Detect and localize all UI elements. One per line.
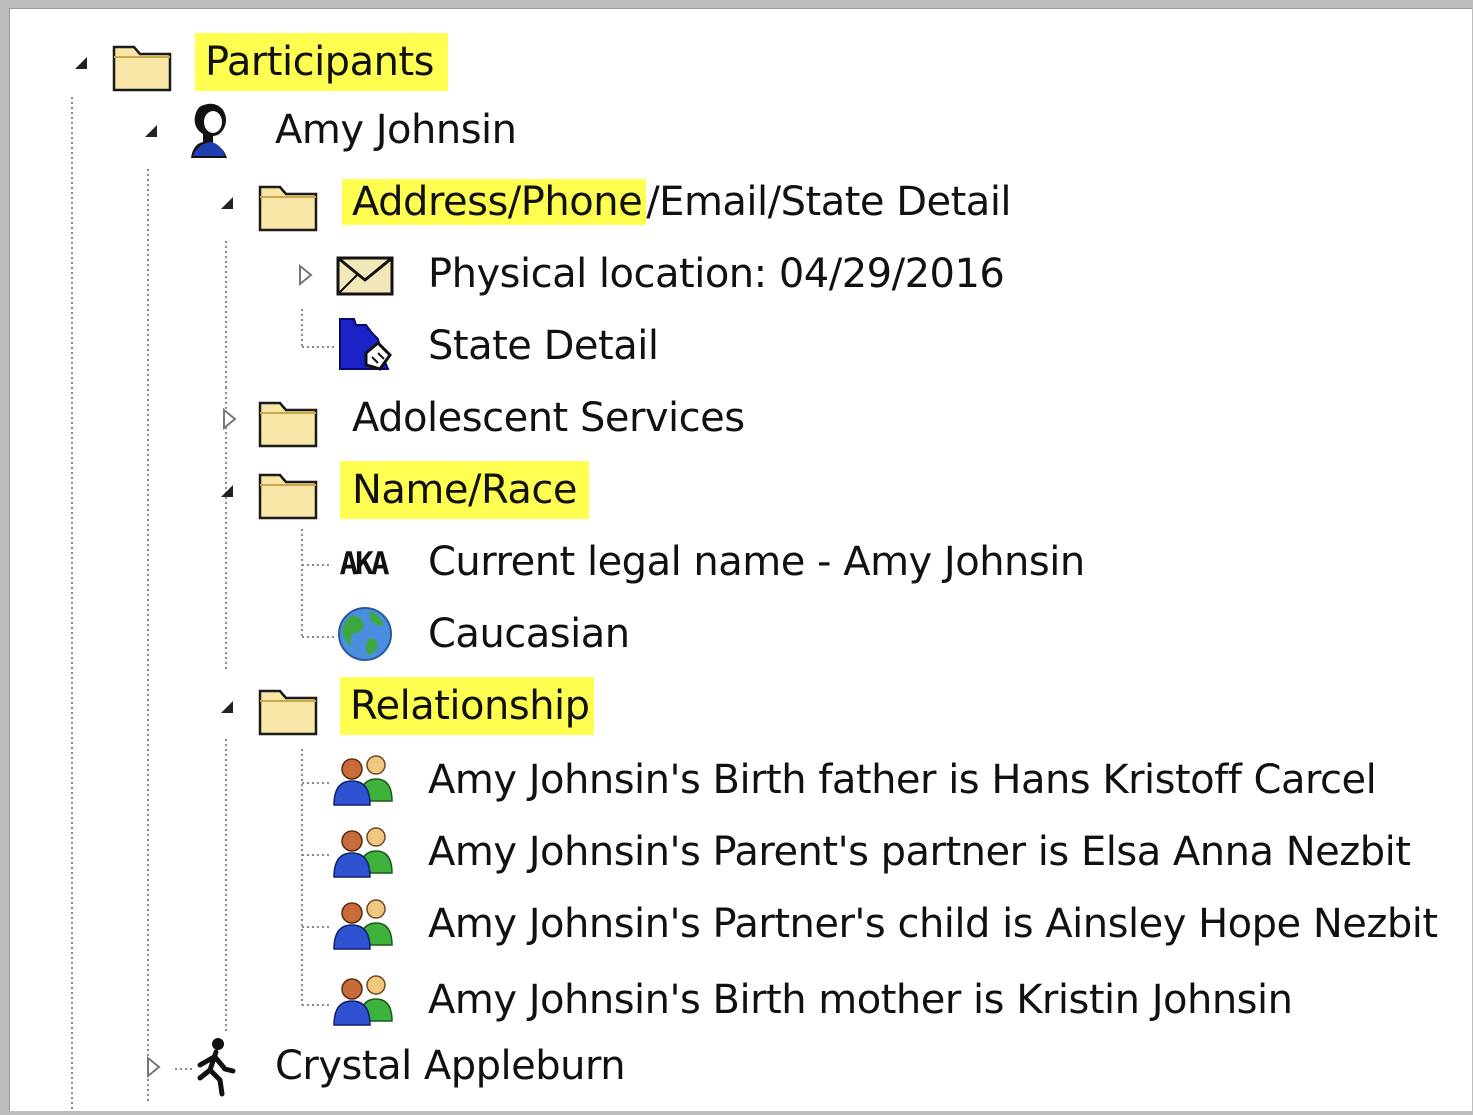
people-pair-icon (330, 969, 396, 1031)
collapsed-arrow-icon[interactable] (142, 1055, 164, 1079)
state-map-icon (332, 315, 398, 377)
aka-icon-text: AKA (339, 546, 390, 582)
tree-node-participants[interactable]: Participants (10, 33, 810, 92)
tree-node-race-caucasian[interactable]: Caucasian (10, 605, 910, 663)
tree-node-physical-location[interactable]: Physical location: 04/29/2016 (10, 245, 1110, 303)
people-pair-icon (330, 893, 396, 955)
node-label: Physical location: 04/29/2016 (428, 251, 1005, 297)
walking-person-icon (180, 1035, 246, 1097)
aka-icon: AKA (330, 533, 396, 595)
node-label: Relationship (340, 677, 594, 735)
tree-node-current-legal-name[interactable]: AKA Current legal name - Amy Johnsin (10, 533, 1210, 591)
expanded-arrow-icon[interactable] (216, 191, 238, 215)
node-label: Amy Johnsin's Partner's child is Ainsley… (428, 901, 1438, 947)
globe-icon (332, 603, 398, 665)
tree-node-relationship-item[interactable]: Amy Johnsin's Partner's child is Ainsley… (10, 895, 1450, 953)
node-label: Address/Phone/Email/State Detail (342, 173, 1012, 231)
tree-node-folder-address[interactable]: Address/Phone/Email/State Detail (10, 173, 1012, 232)
tree-view: Participants Amy Johnsin Address/Phone/E… (9, 8, 1472, 1111)
folder-icon (256, 677, 322, 739)
people-pair-icon (330, 821, 396, 883)
tree-node-folder-name-race[interactable]: Name/Race (10, 461, 910, 520)
node-label: State Detail (428, 323, 659, 369)
node-label: Participants (195, 33, 448, 91)
expanded-arrow-icon[interactable] (216, 695, 238, 719)
folder-icon (256, 389, 322, 451)
folder-icon (256, 461, 322, 523)
node-label: Amy Johnsin's Parent's partner is Elsa A… (428, 829, 1411, 875)
collapsed-arrow-icon[interactable] (294, 263, 316, 287)
node-label: Name/Race (340, 461, 590, 519)
envelope-icon (332, 243, 398, 305)
expanded-arrow-icon[interactable] (216, 479, 238, 503)
tree-node-folder-adolescent-services[interactable]: Adolescent Services (10, 389, 910, 448)
node-label: Current legal name - Amy Johnsin (428, 539, 1085, 585)
tree-node-relationship-item[interactable]: Amy Johnsin's Parent's partner is Elsa A… (10, 823, 1450, 881)
node-label: Amy Johnsin (275, 107, 517, 153)
folder-icon (110, 33, 176, 95)
tree-node-folder-relationship[interactable]: Relationship (10, 677, 910, 736)
node-label: Amy Johnsin's Birth mother is Kristin Jo… (428, 977, 1293, 1023)
collapsed-arrow-icon[interactable] (218, 407, 240, 431)
node-label: Caucasian (428, 611, 630, 657)
folder-icon (256, 173, 322, 235)
node-label-rest: /Email/State Detail (646, 179, 1012, 225)
tree-node-participant-crystal-appleburn[interactable]: Crystal Appleburn (10, 1035, 910, 1097)
node-label: Adolescent Services (352, 395, 745, 441)
people-pair-icon (330, 749, 396, 811)
tree-node-state-detail[interactable]: State Detail (10, 317, 910, 375)
node-label: Crystal Appleburn (275, 1043, 626, 1089)
tree-node-participant-amy-johnsin[interactable]: Amy Johnsin (10, 101, 810, 159)
female-person-icon (176, 99, 242, 161)
expanded-arrow-icon[interactable] (70, 51, 92, 75)
tree-node-relationship-item[interactable]: Amy Johnsin's Birth mother is Kristin Jo… (10, 971, 1450, 1029)
node-label: Amy Johnsin's Birth father is Hans Krist… (428, 757, 1377, 803)
node-label-highlight: Address/Phone (342, 179, 647, 225)
tree-node-relationship-item[interactable]: Amy Johnsin's Birth father is Hans Krist… (10, 751, 1450, 809)
expanded-arrow-icon[interactable] (140, 119, 162, 143)
